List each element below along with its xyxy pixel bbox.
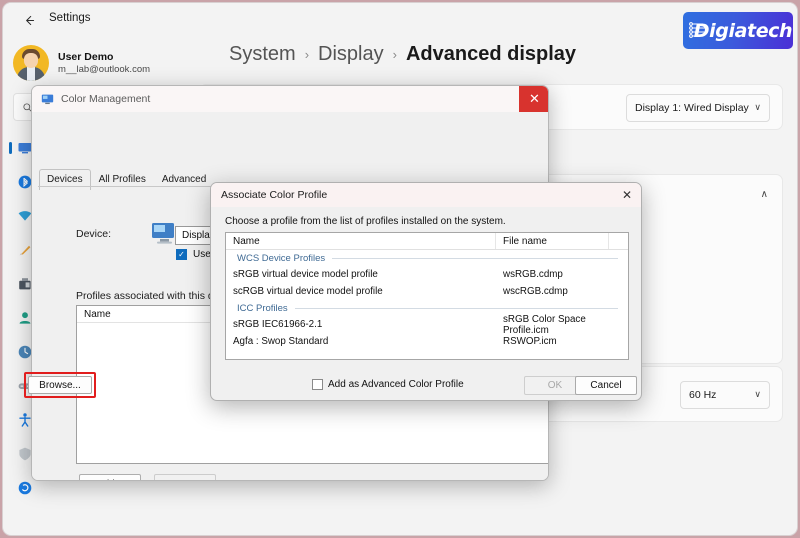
associate-dialog-title: Associate Color Profile <box>221 189 328 201</box>
color-management-titlebar: Color Management ✕ <box>32 86 548 112</box>
column-header-file-name[interactable]: File name <box>496 233 609 249</box>
profile-name: sRGB virtual device model profile <box>233 269 378 280</box>
profile-file: wscRGB.cdmp <box>503 286 568 297</box>
associate-dialog-titlebar: Associate Color Profile ✕ <box>211 183 641 207</box>
page-title: Advanced display <box>405 43 577 65</box>
checkbox-icon <box>312 379 323 390</box>
back-arrow-icon[interactable] <box>15 9 43 31</box>
device-label: Device: <box>76 228 112 240</box>
chevron-down-icon: ∨ <box>754 103 761 113</box>
profile-file: wsRGB.cdmp <box>503 269 563 280</box>
profiles-list[interactable]: Name File name WCS Device Profiles sRGB … <box>225 232 629 360</box>
cancel-button[interactable]: Cancel <box>575 376 637 395</box>
group-label: WCS Device Profiles <box>237 252 326 264</box>
add-as-advanced-label: Add as Advanced Color Profile <box>328 379 464 390</box>
display-select-value: Display 1: Wired Display <box>635 102 749 114</box>
column-header-name[interactable]: Name <box>226 233 496 249</box>
refresh-rate-dropdown[interactable]: 60 Hz ∨ <box>680 381 770 409</box>
browse-button[interactable]: Browse... <box>28 376 92 394</box>
windows-update-icon <box>18 481 32 495</box>
group-rule <box>332 257 618 259</box>
close-icon[interactable]: ✕ <box>519 86 548 112</box>
chevron-up-icon[interactable]: ∧ <box>761 189 768 200</box>
close-icon[interactable]: ✕ <box>611 183 641 207</box>
user-email: m__lab@outlook.com <box>58 63 151 75</box>
user-name: User Demo <box>58 50 114 63</box>
group-label: ICC Profiles <box>237 302 288 314</box>
profile-name: sRGB IEC61966-2.1 <box>233 319 323 330</box>
list-item[interactable]: Agfa : Swop Standard RSWOP.icm <box>226 333 628 350</box>
display-select-dropdown[interactable]: Display 1: Wired Display ∨ <box>626 94 770 122</box>
profile-file: RSWOP.icm <box>503 336 557 347</box>
circuit-lines-icon <box>689 22 705 38</box>
add-button[interactable]: Add... <box>79 474 141 480</box>
profile-name: scRGB virtual device model profile <box>233 286 383 297</box>
avatar <box>13 45 49 81</box>
instruction-text: Choose a profile from the list of profil… <box>225 216 506 227</box>
selection-pill <box>9 142 12 154</box>
profiles-list-header: Name File name <box>226 233 628 250</box>
profile-file: sRGB Color Space Profile.icm <box>503 313 586 336</box>
list-item[interactable]: sRGB virtual device model profile wsRGB.… <box>226 266 628 283</box>
user-text: User Demo m__lab@outlook.com <box>58 51 150 76</box>
refresh-rate-value: 60 Hz <box>689 389 717 401</box>
checkbox-icon <box>176 249 187 260</box>
monitor-icon <box>152 223 174 244</box>
breadcrumb-separator-2: › <box>392 47 397 62</box>
group-rule <box>294 307 618 309</box>
breadcrumb-system[interactable]: System <box>229 43 296 66</box>
settings-titlebar: Settings ─ □ ✕ <box>3 3 797 34</box>
column-header-spacer <box>609 233 628 249</box>
group-header-wcs: WCS Device Profiles <box>226 250 628 266</box>
color-management-title: Color Management <box>61 93 151 105</box>
remove-button: Remove <box>154 474 216 480</box>
back-arrow-glyph <box>25 15 34 25</box>
add-as-advanced-color-profile-checkbox[interactable]: Add as Advanced Color Profile <box>312 379 464 390</box>
chevron-down-icon: ∨ <box>754 390 761 400</box>
associate-color-profile-dialog: Associate Color Profile ✕ Choose a profi… <box>210 182 642 401</box>
breadcrumb-separator-1: › <box>304 47 310 62</box>
settings-window-title: Settings <box>49 12 91 24</box>
list-item[interactable]: sRGB IEC61966-2.1 sRGB Color Space Profi… <box>226 313 628 336</box>
digiatech-logo: Digiatech <box>683 12 793 49</box>
list-item[interactable]: scRGB virtual device model profile wscRG… <box>226 283 628 300</box>
monitor-icon <box>41 94 54 104</box>
breadcrumb-display[interactable]: Display <box>318 43 384 66</box>
profile-name: Agfa : Swop Standard <box>233 336 329 347</box>
user-account-block[interactable]: User Demo m__lab@outlook.com <box>13 41 183 85</box>
breadcrumb: System › Display › Advanced display <box>229 43 576 66</box>
